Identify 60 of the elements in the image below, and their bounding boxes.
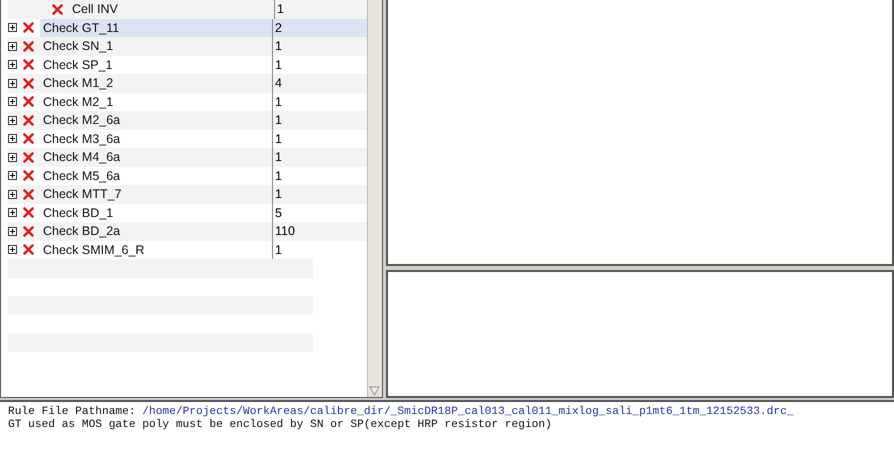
tree-row[interactable]: Check SP_1 1 [8,56,367,74]
tree-row-label: Check BD_1 [42,204,114,222]
tree-row[interactable]: Check MTT_7 1 [8,185,367,204]
expand-icon[interactable] [8,226,17,236]
error-cross-icon [23,78,34,89]
tree-row[interactable]: Check BD_1 5 [8,204,367,222]
error-cross-icon [23,226,34,237]
tree-row-label: Check MTT_7 [42,186,122,204]
error-cross-icon [23,152,34,163]
result-count: 2 [272,18,367,37]
error-cross-icon [23,59,34,70]
tree-row-label: Cell INV [71,1,119,18]
rule-file-path: /home/Projects/WorkAreas/calibre_dir/_SmicDR18P_cal013_cal011_mixlog_sali_p1mt6_1tm_12152533.drc_ [142,406,794,418]
tree-row[interactable]: Check GT_11 2 [8,18,367,37]
expand-icon[interactable] [8,208,17,218]
tree-row-label: Check M1_2 [42,75,114,92]
tree-row-label: Check GT_11 [40,18,272,37]
expand-icon[interactable] [8,78,17,88]
error-cross-icon [23,188,34,200]
expand-icon[interactable] [8,190,17,199]
rule-pathname-line: Rule File Pathname: /home/Projects/WorkAreas/calibre_dir/_SmicDR18P_cal013_cal011_mixlog_sali_p1mt6_1tm_12152533.drc_ [8,406,794,418]
tree-row-label: Check M5_6a [42,168,122,185]
tree-row[interactable]: Check M2_6a 1 [8,111,367,130]
scrollbar[interactable] [367,0,382,397]
error-cross-icon [23,170,34,182]
expand-icon[interactable] [8,97,17,106]
error-cross-icon [23,114,34,126]
error-cross-icon [23,244,34,256]
tree-row-label: Check SP_1 [42,56,114,74]
error-cross-icon [23,96,34,108]
error-cross-icon [23,22,34,34]
tree-row-label: Check SN_1 [42,38,114,56]
error-cross-icon [23,133,34,144]
error-cross-icon [52,4,63,15]
tree-row[interactable]: Check M5_6a 1 [8,166,367,185]
tree-row[interactable]: Cell INV 1 [8,0,367,18]
expand-icon[interactable] [8,171,17,180]
tree-row-label: Check M4_6a [42,149,122,166]
tree-row-label: Check SMIM_6_R [42,242,146,259]
expand-icon[interactable] [8,60,17,70]
expand-icon[interactable] [8,134,17,144]
tree-row-label: Check M3_6a [42,130,122,148]
tree-row-label: Check M2_6a [42,112,122,130]
tree-row[interactable]: Check M4_6a 1 [8,148,367,166]
expand-icon[interactable] [8,116,17,125]
error-cross-icon [23,40,34,52]
tree-row[interactable]: Check SN_1 1 [8,37,367,56]
expand-icon[interactable] [8,152,17,162]
tree-row[interactable]: Check SMIM_6_R 1 [8,240,367,259]
expand-icon[interactable] [8,23,17,32]
expand-icon[interactable] [8,245,17,254]
tree-row-label: Check M2_1 [42,94,114,111]
error-cross-icon [23,207,34,218]
rule-description: GT used as MOS gate poly must be enclosed by SN or SP(except HRP resistor region) [8,419,553,432]
tree-row-label: Check BD_2a [42,223,122,240]
tree-row[interactable]: Check M2_1 1 [8,92,367,111]
tree-row[interactable]: Check M1_2 4 [8,74,367,92]
tree-row[interactable]: Check BD_2a 110 [8,222,367,240]
tree-row[interactable]: Check M3_6a 1 [8,130,367,148]
expand-icon[interactable] [8,42,17,51]
